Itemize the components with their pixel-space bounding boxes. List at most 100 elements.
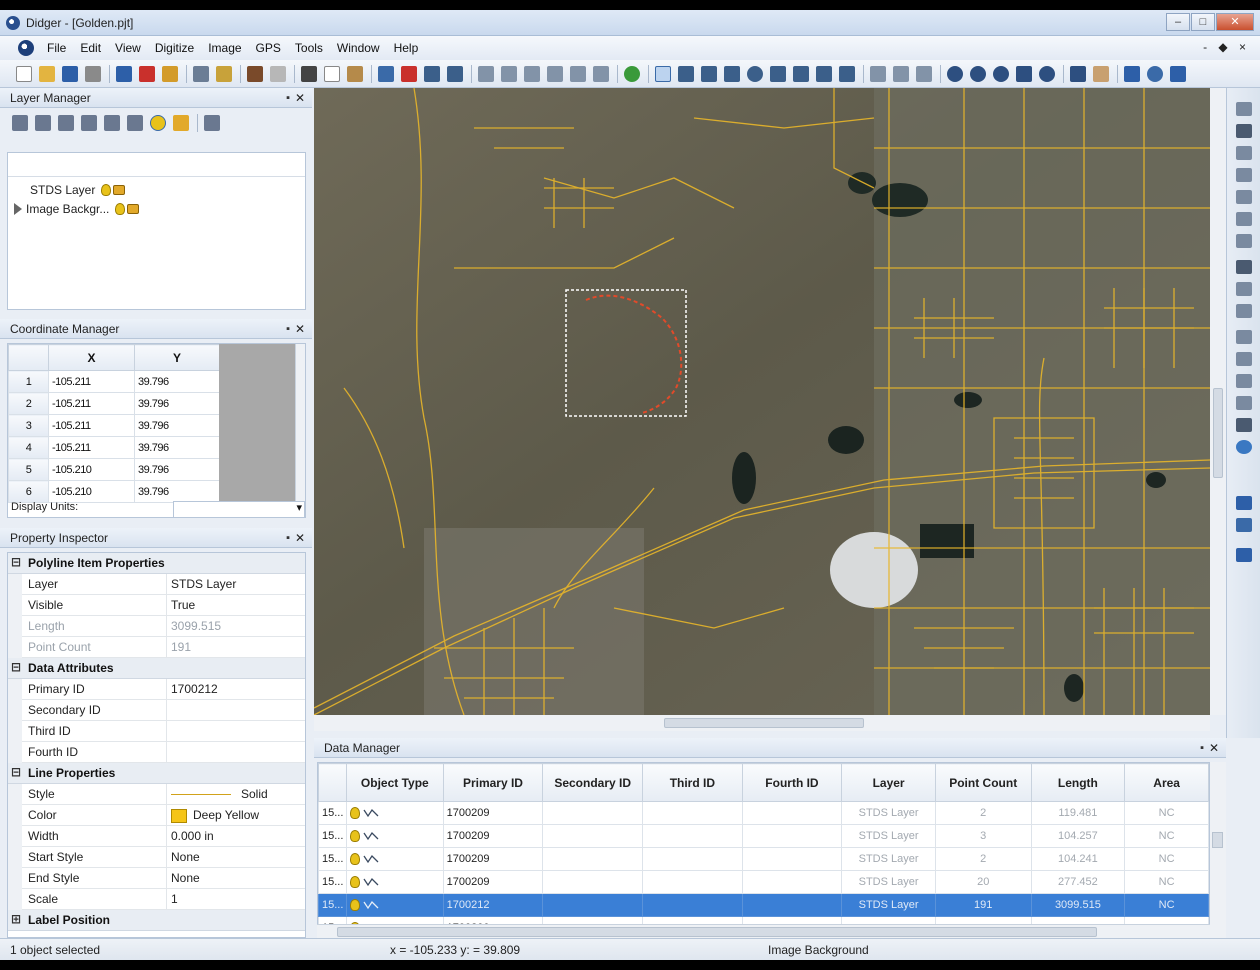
column-header-index[interactable] bbox=[318, 763, 347, 802]
undo-icon[interactable] bbox=[247, 65, 263, 82]
close-panel-icon[interactable]: ✕ bbox=[295, 319, 305, 339]
layer-select-icon[interactable] bbox=[127, 115, 143, 131]
primary-id-cell[interactable]: 1700209 bbox=[442, 801, 544, 825]
move-up-icon[interactable] bbox=[378, 65, 394, 82]
bulb-icon[interactable] bbox=[349, 807, 360, 820]
menu-tools[interactable]: Tools bbox=[288, 41, 330, 55]
calibrate-icon[interactable] bbox=[193, 65, 209, 82]
table-row[interactable]: 15... 1700209 STDS Layer 2 119.481 NC bbox=[318, 801, 1209, 825]
column-header-layer[interactable]: Layer bbox=[841, 763, 936, 802]
text-icon[interactable] bbox=[839, 65, 855, 82]
point-digitize-icon[interactable] bbox=[678, 65, 694, 82]
lock-icon[interactable] bbox=[113, 185, 126, 195]
secondary-id-cell[interactable] bbox=[542, 847, 644, 871]
save-icon[interactable] bbox=[62, 65, 78, 82]
delete-layer-icon[interactable] bbox=[35, 115, 51, 131]
prop-layer[interactable]: Layer STDS Layer bbox=[8, 574, 305, 595]
secondary-id-cell[interactable] bbox=[542, 801, 644, 825]
secondary-id-cell[interactable] bbox=[542, 870, 644, 894]
coordinate-scrollbar[interactable] bbox=[295, 344, 305, 504]
grid-lines-icon[interactable] bbox=[1236, 418, 1252, 432]
difference-icon[interactable] bbox=[1236, 374, 1252, 388]
prop-color[interactable]: Color Deep Yellow bbox=[8, 805, 305, 826]
rotate-icon[interactable] bbox=[1236, 190, 1252, 204]
bulb-icon[interactable] bbox=[115, 203, 126, 215]
grid-icon[interactable] bbox=[1170, 65, 1186, 82]
category-polyline-properties[interactable]: ⊟ Polyline Item Properties bbox=[8, 553, 305, 574]
maximize-button[interactable]: □ bbox=[1191, 13, 1215, 31]
prop-primary-id[interactable]: Primary ID 1700212 bbox=[8, 679, 305, 700]
hatch-icon[interactable] bbox=[1236, 396, 1252, 410]
connect-icon[interactable] bbox=[1236, 168, 1252, 182]
prop-value[interactable]: None bbox=[166, 847, 305, 868]
column-header-area[interactable]: Area bbox=[1124, 763, 1209, 802]
align-bottom-icon[interactable] bbox=[593, 65, 609, 82]
union-icon[interactable] bbox=[1236, 330, 1252, 344]
expand-icon[interactable] bbox=[14, 203, 22, 215]
lock-icon[interactable] bbox=[173, 115, 189, 131]
pin-icon[interactable]: ▪ bbox=[286, 319, 290, 339]
column-header-point-count[interactable]: Point Count bbox=[934, 763, 1032, 802]
title-bar[interactable]: Didger - [Golden.pjt] – □ ✕ bbox=[0, 10, 1260, 36]
menu-help[interactable]: Help bbox=[387, 41, 426, 55]
rectangle-icon[interactable] bbox=[770, 65, 786, 82]
group-icon[interactable] bbox=[424, 65, 440, 82]
map-horizontal-scrollbar[interactable] bbox=[314, 715, 1210, 731]
properties-icon[interactable] bbox=[216, 65, 232, 82]
select-pointer-icon[interactable] bbox=[655, 65, 671, 82]
layer-refresh-icon[interactable] bbox=[204, 115, 220, 131]
y-cell[interactable]: 39.796 bbox=[134, 392, 220, 415]
pin-icon[interactable]: ▪ bbox=[286, 88, 290, 108]
align-left-icon[interactable] bbox=[478, 65, 494, 82]
column-header-y[interactable]: Y bbox=[134, 344, 220, 371]
x-cell[interactable]: -105.211 bbox=[48, 392, 135, 415]
scroll-thumb[interactable] bbox=[1212, 832, 1223, 848]
align-center-icon[interactable] bbox=[501, 65, 517, 82]
fourth-id-cell[interactable] bbox=[741, 870, 843, 894]
x-cell[interactable]: -105.211 bbox=[48, 370, 135, 393]
column-header-primary-id[interactable]: Primary ID bbox=[442, 763, 544, 802]
secondary-id-cell[interactable] bbox=[542, 893, 644, 917]
column-header-object-type[interactable]: Object Type bbox=[345, 763, 444, 802]
x-cell[interactable]: -105.210 bbox=[48, 458, 135, 481]
link-icon[interactable] bbox=[162, 65, 178, 82]
layer-up-icon[interactable] bbox=[58, 115, 74, 131]
close-panel-icon[interactable]: ✕ bbox=[295, 528, 305, 548]
zoom-selected-icon[interactable] bbox=[1039, 65, 1055, 82]
prop-start-style[interactable]: Start Style None bbox=[8, 847, 305, 868]
redraw-icon[interactable] bbox=[1070, 65, 1086, 82]
y-cell[interactable]: 39.796 bbox=[134, 458, 220, 481]
polygon-icon[interactable] bbox=[724, 65, 740, 82]
prop-visible[interactable]: Visible True bbox=[8, 595, 305, 616]
bulb-icon[interactable] bbox=[349, 876, 360, 889]
menu-edit[interactable]: Edit bbox=[73, 41, 108, 55]
map-view[interactable] bbox=[314, 88, 1210, 715]
menu-digitize[interactable]: Digitize bbox=[148, 41, 201, 55]
split-icon[interactable] bbox=[1236, 282, 1252, 296]
bulb-icon[interactable] bbox=[101, 184, 112, 196]
ungroup-icon[interactable] bbox=[447, 65, 463, 82]
fourth-id-cell[interactable] bbox=[741, 824, 843, 848]
secondary-id-cell[interactable] bbox=[542, 824, 644, 848]
category-data-attributes[interactable]: ⊟ Data Attributes bbox=[8, 658, 305, 679]
visibility-bulb-icon[interactable] bbox=[150, 115, 166, 131]
table-row[interactable]: 15... 1700209 STDS Layer 20 277.452 NC bbox=[318, 870, 1209, 894]
legend-icon[interactable] bbox=[916, 65, 932, 82]
menu-image[interactable]: Image bbox=[201, 41, 248, 55]
prop-secondary-id[interactable]: Secondary ID bbox=[8, 700, 305, 721]
table-row[interactable]: 3 -105.211 39.796 bbox=[8, 414, 220, 437]
map-vertical-scrollbar[interactable] bbox=[1210, 88, 1226, 715]
prop-value[interactable]: 1700212 bbox=[166, 679, 305, 700]
minimize-button[interactable]: – bbox=[1166, 13, 1190, 31]
zoom-rectangle-icon[interactable] bbox=[993, 65, 1009, 82]
primary-id-cell[interactable]: 1700209 bbox=[442, 824, 544, 848]
data-vertical-scrollbar[interactable] bbox=[1210, 762, 1226, 940]
scroll-thumb[interactable] bbox=[664, 718, 864, 728]
globe-icon[interactable] bbox=[1147, 65, 1163, 82]
prop-value[interactable]: 0.000 in bbox=[166, 826, 305, 847]
layer-properties-icon[interactable] bbox=[104, 115, 120, 131]
prop-value[interactable] bbox=[166, 742, 305, 763]
prop-style[interactable]: Style Solid bbox=[8, 784, 305, 805]
third-id-cell[interactable] bbox=[642, 824, 743, 848]
y-cell[interactable]: 39.796 bbox=[134, 370, 220, 393]
